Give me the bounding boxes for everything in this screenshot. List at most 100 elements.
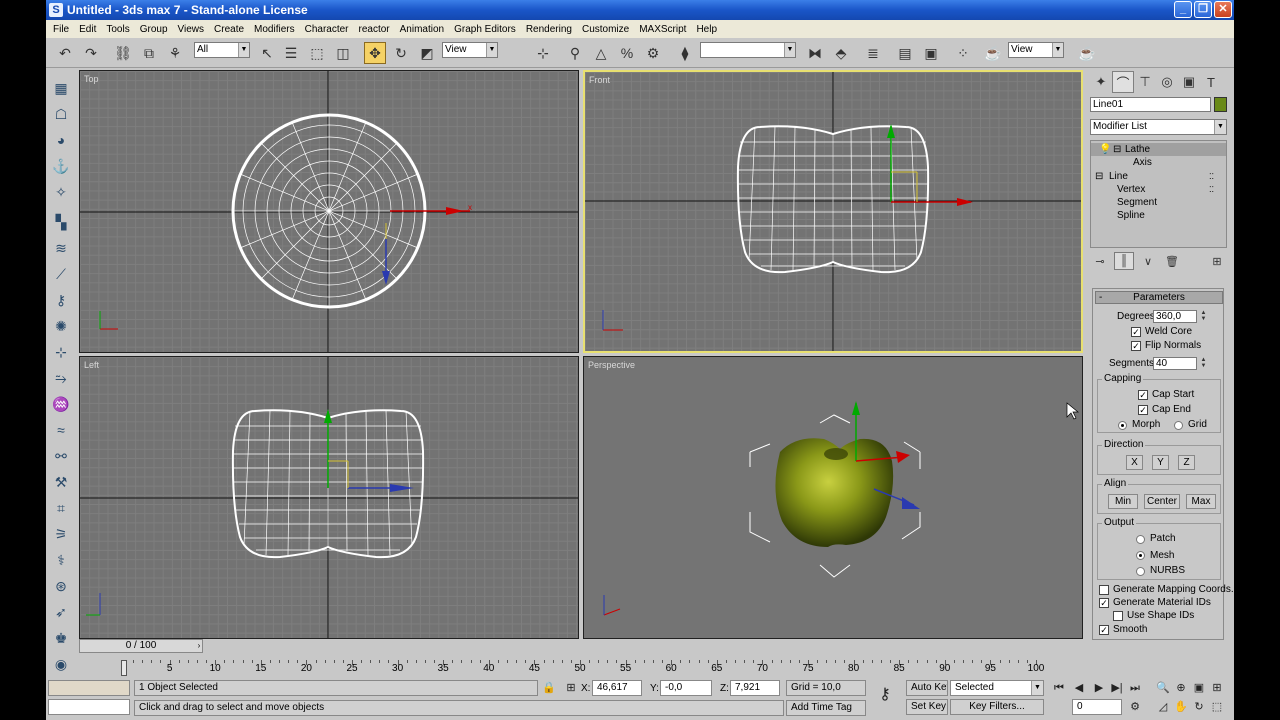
menu-reactor[interactable]: reactor — [354, 24, 395, 35]
car-wheel-icon[interactable]: ⚕ — [51, 550, 71, 570]
window-crossing-icon[interactable]: ◫ — [332, 42, 354, 64]
utilities-tab-icon[interactable]: T — [1200, 71, 1222, 93]
segments-spinner[interactable]: 40 — [1153, 357, 1197, 370]
z-coord-field[interactable]: 7,921 — [730, 680, 780, 696]
cloth-icon[interactable]: ◕ — [51, 130, 71, 150]
time-slider[interactable]: 0 / 100 — [79, 639, 203, 653]
direction-y-button[interactable]: Y — [1152, 455, 1169, 470]
menu-tools[interactable]: Tools — [101, 24, 134, 35]
y-coord-field[interactable]: -0,0 — [660, 680, 712, 696]
menu-animation[interactable]: Animation — [395, 24, 449, 35]
goto-end-icon[interactable]: ⏭ — [1126, 680, 1144, 696]
modifier-list-dropdown[interactable]: Modifier List ▼ — [1090, 119, 1227, 135]
modify-tab-icon[interactable]: ⌒ — [1112, 71, 1134, 93]
select-rotate-icon[interactable]: ↻ — [390, 42, 412, 64]
use-shape-ids-checkbox[interactable] — [1113, 611, 1123, 621]
dashpot-icon[interactable]: ⟋ — [51, 264, 71, 284]
menu-help[interactable]: Help — [691, 24, 722, 35]
degrees-spinner[interactable]: 360,0 — [1153, 310, 1197, 323]
material-editor-icon[interactable]: ⁘ — [952, 42, 974, 64]
smooth-checkbox[interactable]: ✓ — [1099, 625, 1109, 635]
current-frame-field[interactable]: 0 — [1072, 699, 1122, 715]
layer-manager-icon[interactable]: ≣ — [862, 42, 884, 64]
nurbs-radio[interactable] — [1136, 567, 1145, 576]
object-color-swatch[interactable] — [1214, 97, 1227, 112]
stack-item-vertex[interactable]: Vertex ⁚⁚ — [1091, 183, 1226, 196]
toy-car-icon[interactable]: ⊹ — [51, 342, 71, 362]
snap-toggle-icon[interactable]: ⚲ — [564, 42, 586, 64]
motion-tab-icon[interactable]: ◎ — [1156, 71, 1178, 93]
align-icon[interactable]: ⬘ — [830, 42, 852, 64]
add-time-tag-button[interactable]: Add Time Tag — [786, 700, 866, 716]
undo-icon[interactable]: ↶ — [54, 42, 76, 64]
segments-spinner-arrows[interactable]: ▲ ▼ — [1199, 357, 1208, 370]
maxscript-mini-listener[interactable] — [48, 699, 130, 715]
menu-rendering[interactable]: Rendering — [521, 24, 577, 35]
mesh-radio[interactable] — [1136, 551, 1145, 560]
prismatic-icon[interactable]: ⚞ — [51, 524, 71, 544]
align-min-button[interactable]: Min — [1108, 494, 1138, 509]
time-next-icon[interactable]: › — [194, 639, 204, 653]
point-to-point-icon[interactable]: ⌗ — [51, 498, 71, 518]
stack-item-line[interactable]: ⊟ Line ⁚⁚ — [1091, 170, 1226, 183]
goto-start-icon[interactable]: ⏮ — [1050, 680, 1068, 696]
restore-button[interactable]: ❐ — [1194, 1, 1212, 18]
auto-key-button[interactable]: Auto Key — [906, 680, 948, 696]
menu-modifiers[interactable]: Modifiers — [249, 24, 300, 35]
select-by-name-icon[interactable]: ☰ — [280, 42, 302, 64]
selection-filter-dropdown[interactable]: All ▼ — [194, 42, 250, 58]
select-scale-icon[interactable]: ◩ — [416, 42, 438, 64]
ragdoll-icon[interactable]: ⊛ — [51, 576, 71, 596]
time-config-icon[interactable]: ⚙ — [1126, 699, 1144, 715]
pin-stack-icon[interactable]: ⊸ — [1090, 252, 1110, 270]
menu-create[interactable]: Create — [209, 24, 249, 35]
weld-core-checkbox[interactable]: ✓ — [1131, 327, 1141, 337]
preview-icon[interactable]: ➶ — [51, 602, 71, 622]
maximize-viewport-icon[interactable]: ⬚ — [1208, 699, 1226, 715]
align-center-button[interactable]: Center — [1144, 494, 1180, 509]
quick-render-icon[interactable]: ☕ — [1076, 42, 1098, 64]
bind-space-warp-icon[interactable]: ⚘ — [164, 42, 186, 64]
hinge-icon[interactable]: ⚒ — [51, 472, 71, 492]
rigid-body-icon[interactable]: ☖ — [51, 104, 71, 124]
percent-snap-icon[interactable]: % — [616, 42, 638, 64]
minimize-button[interactable]: _ — [1174, 1, 1192, 18]
constraint-icon[interactable]: ⚯ — [51, 446, 71, 466]
menu-edit[interactable]: Edit — [74, 24, 101, 35]
select-move-icon[interactable]: ✥ — [364, 42, 386, 64]
reactor-icon[interactable]: ▦ — [51, 78, 71, 98]
maxscript-listener[interactable] — [48, 680, 130, 696]
menu-customize[interactable]: Customize — [577, 24, 634, 35]
mirror-icon[interactable]: ⧓ — [804, 42, 826, 64]
patch-radio[interactable] — [1136, 535, 1145, 544]
soft-body-icon[interactable]: ⚓ — [51, 156, 71, 176]
stack-item-spline[interactable]: Spline — [1091, 209, 1226, 222]
motor-icon[interactable]: ⚷ — [51, 290, 71, 310]
menu-maxscript[interactable]: MAXScript — [634, 24, 691, 35]
time-cursor[interactable] — [121, 660, 127, 676]
field-of-view-icon[interactable]: ◿ — [1154, 699, 1172, 715]
viewport-front[interactable]: Front — [583, 70, 1083, 353]
wind-icon[interactable]: ✺ — [51, 316, 71, 336]
menu-group[interactable]: Group — [135, 24, 173, 35]
curve-editor-icon[interactable]: ▤ — [894, 42, 916, 64]
x-coord-field[interactable]: 46,617 — [592, 680, 642, 696]
render-scene-icon[interactable]: ☕ — [982, 42, 1004, 64]
pan-icon[interactable]: ✋ — [1172, 699, 1190, 715]
key-mode-dropdown[interactable]: Selected ▼ — [950, 680, 1044, 696]
set-key-button[interactable]: Set Key — [906, 699, 948, 715]
properties-icon[interactable]: ◉ — [51, 654, 71, 674]
key-filters-button[interactable]: Key Filters... — [950, 699, 1044, 715]
object-name-field[interactable]: Line01 — [1090, 97, 1211, 112]
water-wave-icon[interactable]: ≈ — [51, 420, 71, 440]
unlink-icon[interactable]: ⧉ — [138, 42, 160, 64]
key-icon[interactable]: ⚷ — [876, 687, 894, 703]
hierarchy-tab-icon[interactable]: ⊤ — [1134, 71, 1156, 93]
stack-item-segment[interactable]: Segment — [1091, 196, 1226, 209]
align-max-button[interactable]: Max — [1186, 494, 1216, 509]
rope-icon[interactable]: ✧ — [51, 182, 71, 202]
menu-character[interactable]: Character — [300, 24, 354, 35]
reference-coord-dropdown[interactable]: View ▼ — [442, 42, 498, 58]
zoom-extents-icon[interactable]: ▣ — [1190, 680, 1208, 696]
spinner-snap-icon[interactable]: ⚙ — [642, 42, 664, 64]
